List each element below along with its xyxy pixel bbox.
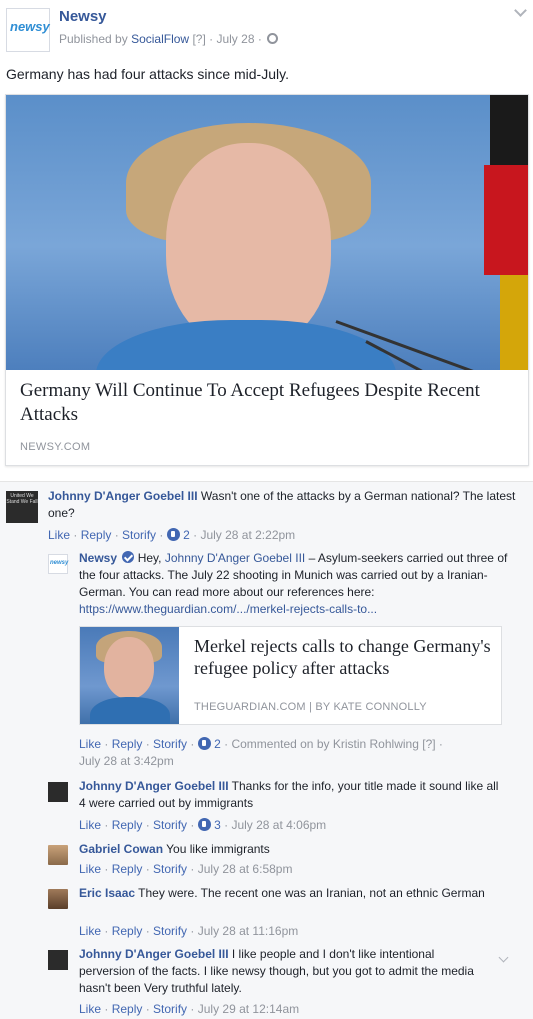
published-by-link[interactable]: SocialFlow (131, 32, 189, 46)
comment-text: You like immigrants (166, 842, 270, 856)
link-preview-image[interactable] (6, 95, 528, 370)
comment-body: Newsy Hey, Johnny D'Anger Goebel III – A… (79, 550, 509, 618)
comment-actions: Like · Reply · Storify · July 28 at 11:1… (79, 924, 299, 938)
page-name[interactable]: Newsy (59, 8, 107, 25)
comment-time[interactable]: July 28 at 4:06pm (231, 818, 326, 832)
storify-button[interactable]: Storify (153, 737, 187, 751)
comment-author[interactable]: Johnny D'Anger Goebel III (79, 779, 229, 793)
avatar[interactable] (48, 950, 68, 970)
storify-button[interactable]: Storify (153, 818, 187, 832)
link-title[interactable]: Germany Will Continue To Accept Refugees… (20, 379, 515, 427)
comment-body: Johnny D'Anger Goebel III Thanks for the… (79, 778, 499, 812)
comments-section: United We Stand We Fall Johnny D'Anger G… (0, 481, 533, 1019)
separator: · (209, 32, 214, 46)
flag-stripe-gold (500, 275, 528, 370)
post-date[interactable]: July 28 (216, 32, 254, 46)
comment-text-prefix: Hey, (137, 551, 162, 565)
avatar[interactable] (48, 782, 68, 802)
link-preview-card[interactable]: Germany Will Continue To Accept Refugees… (5, 94, 529, 466)
reply-button[interactable]: Reply (112, 862, 143, 876)
comment-actions: Like · Reply · Storify · 3 · July 28 at … (79, 818, 327, 832)
flag-stripe-red (484, 165, 528, 275)
like-icon[interactable] (197, 818, 211, 831)
comment-time[interactable]: July 28 at 3:42pm (79, 754, 174, 768)
reply-link-title[interactable]: Merkel rejects calls to change Germany's… (194, 635, 494, 679)
reply-button[interactable]: Reply (112, 818, 143, 832)
comment-body: Johnny D'Anger Goebel III I like people … (79, 946, 484, 997)
comment-author[interactable]: Johnny D'Anger Goebel III (79, 947, 229, 961)
like-button[interactable]: Like (79, 924, 101, 938)
divider: | (309, 701, 313, 713)
avatar[interactable] (48, 889, 68, 909)
comment-body: Gabriel Cowan You like immigrants (79, 841, 499, 858)
comment-actions: Like · Reply · Storify · 2 · July 28 at … (48, 528, 296, 542)
like-button[interactable]: Like (79, 862, 101, 876)
post-text: Germany has had four attacks since mid-J… (6, 66, 289, 82)
storify-button[interactable]: Storify (153, 862, 187, 876)
reply-button[interactable]: Reply (112, 737, 143, 751)
newsy-logo[interactable]: newsy (6, 8, 50, 52)
comment-author[interactable]: Newsy (79, 551, 117, 565)
comment-time-row: July 28 at 3:42pm (79, 754, 174, 768)
logo-text: newsy (10, 19, 50, 34)
published-by-prefix: Published by (59, 32, 128, 46)
photo-face (104, 637, 154, 699)
comment-body: Johnny D'Anger Goebel III Wasn't one of … (48, 488, 518, 522)
chevron-down-icon[interactable] (498, 952, 509, 963)
commented-by-label: Commented on by (231, 737, 330, 751)
reference-url[interactable]: https://www.theguardian.com/.../merkel-r… (79, 602, 377, 616)
comment-time[interactable]: July 29 at 12:14am (198, 1002, 299, 1016)
avatar-text: United We Stand We Fall (6, 493, 38, 505)
verified-badge-icon (122, 551, 135, 563)
comment-author[interactable]: Eric Isaac (79, 886, 135, 900)
post-meta: Published by SocialFlow [?] · July 28 · (59, 32, 279, 46)
reply-button[interactable]: Reply (112, 1002, 143, 1016)
flag-stripe-black (490, 95, 528, 165)
like-count[interactable]: 2 (183, 528, 190, 542)
reply-link-domain: THEGUARDIAN.COM (194, 701, 306, 713)
avatar[interactable]: newsy (48, 554, 68, 574)
storify-button[interactable]: Storify (153, 1002, 187, 1016)
reply-link-card[interactable]: Merkel rejects calls to change Germany's… (79, 626, 502, 725)
comment-actions: Like · Reply · Storify · 2 · Commented o… (79, 737, 443, 751)
commented-by-name[interactable]: Kristin Rohlwing (333, 737, 419, 751)
like-button[interactable]: Like (48, 528, 70, 542)
comment-author[interactable]: Johnny D'Anger Goebel III (48, 489, 198, 503)
avatar[interactable] (48, 845, 68, 865)
avatar[interactable]: United We Stand We Fall (6, 491, 38, 523)
like-count[interactable]: 3 (214, 818, 221, 832)
comment-text: They were. The recent one was an Iranian… (138, 886, 485, 900)
reply-button[interactable]: Reply (81, 528, 112, 542)
like-icon[interactable] (197, 737, 211, 750)
comment-actions: Like · Reply · Storify · July 29 at 12:1… (79, 1002, 300, 1016)
photo-jacket (90, 697, 170, 724)
storify-button[interactable]: Storify (153, 924, 187, 938)
reply-link-source: THEGUARDIAN.COM | BY KATE CONNOLLY (194, 701, 427, 713)
mention-link[interactable]: Johnny D'Anger Goebel III (165, 551, 305, 565)
separator: · (257, 32, 262, 46)
reply-link-image[interactable] (80, 627, 179, 724)
link-domain: NEWSY.COM (20, 441, 91, 453)
comment-time[interactable]: July 28 at 2:22pm (200, 528, 295, 542)
like-button[interactable]: Like (79, 818, 101, 832)
storify-button[interactable]: Storify (122, 528, 156, 542)
chevron-down-icon[interactable] (514, 4, 527, 17)
newsy-avatar-mark: newsy (50, 560, 69, 566)
like-count[interactable]: 2 (214, 737, 221, 751)
comment-body: Eric Isaac They were. The recent one was… (79, 885, 499, 902)
photo-face (166, 143, 331, 348)
like-button[interactable]: Like (79, 737, 101, 751)
comment-time[interactable]: July 28 at 11:16pm (198, 924, 299, 938)
help-marker[interactable]: [?] (192, 32, 205, 46)
like-icon[interactable] (166, 528, 180, 541)
comment-actions: Like · Reply · Storify · July 28 at 6:58… (79, 862, 293, 876)
globe-icon[interactable] (267, 33, 279, 44)
like-button[interactable]: Like (79, 1002, 101, 1016)
post: newsy Newsy Published by SocialFlow [?] … (0, 0, 533, 480)
reply-button[interactable]: Reply (112, 924, 143, 938)
comment-author[interactable]: Gabriel Cowan (79, 842, 163, 856)
help-marker[interactable]: [?] (422, 737, 435, 751)
comment-time[interactable]: July 28 at 6:58pm (198, 862, 293, 876)
reply-link-byline: BY KATE CONNOLLY (315, 701, 427, 713)
